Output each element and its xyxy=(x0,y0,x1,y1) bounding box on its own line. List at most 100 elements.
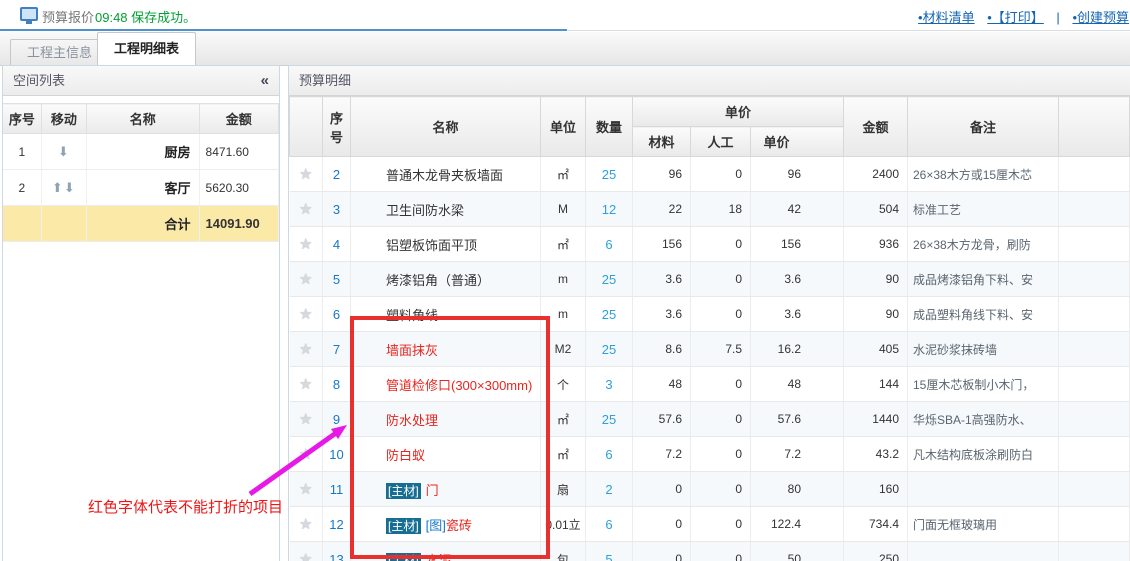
item-name: 墙面抹灰 xyxy=(386,343,438,358)
item-unit: 包 xyxy=(541,542,586,561)
item-no[interactable]: 12 xyxy=(323,507,351,542)
item-name: 门 xyxy=(426,483,439,498)
item-name-cell: [主材]水泥 xyxy=(351,542,541,561)
item-unit-price: 7.2 xyxy=(751,437,844,472)
detail-row[interactable]: ★5烤漆铝角（普通）m253.603.690成品烤漆铝角下料、安 xyxy=(290,262,1130,297)
item-labor-price: 0 xyxy=(691,507,751,542)
item-no[interactable]: 5 xyxy=(323,262,351,297)
detail-row[interactable]: ★7墙面抹灰M2258.67.516.2405水泥砂浆抹砖墙 xyxy=(290,332,1130,367)
item-no[interactable]: 7 xyxy=(323,332,351,367)
col-header-star xyxy=(290,97,323,157)
col-header-unit-price: 单价 xyxy=(751,127,844,157)
item-no[interactable]: 8 xyxy=(323,367,351,402)
item-no[interactable]: 11 xyxy=(323,472,351,507)
item-name: 塑料角线 xyxy=(386,308,438,323)
star-icon[interactable]: ★ xyxy=(290,507,323,542)
collapse-panel-icon[interactable]: « xyxy=(261,66,269,95)
detail-row[interactable]: ★8管道检修口(300×300mm)个34804814415厘木芯板制小木门， xyxy=(290,367,1130,402)
up-arrow-icon[interactable]: ⬆ xyxy=(52,180,64,195)
detail-row[interactable]: ★11[主材]门扇20080160 xyxy=(290,472,1130,507)
item-name: 防水处理 xyxy=(386,413,438,428)
item-no[interactable]: 4 xyxy=(323,227,351,262)
item-unit: M2 xyxy=(541,332,586,367)
space-row[interactable]: 1⬇厨房8471.60 xyxy=(3,134,279,170)
detail-row[interactable]: ★4铝塑板饰面平顶㎡6156015693626×38木方龙骨，刷防 xyxy=(290,227,1130,262)
item-qty[interactable]: 25 xyxy=(586,297,633,332)
star-icon[interactable]: ★ xyxy=(290,262,323,297)
status-text: 保存成功。 xyxy=(131,10,196,25)
star-icon[interactable]: ★ xyxy=(290,367,323,402)
item-amount: 734.4 xyxy=(844,507,908,542)
item-qty[interactable]: 6 xyxy=(586,437,633,472)
create-budget-link[interactable]: •创建预算 xyxy=(1072,10,1129,25)
detail-row[interactable]: ★3卫生间防水梁M12221842504标准工艺 xyxy=(290,192,1130,227)
space-name: 厨房 xyxy=(86,134,199,170)
tab-project-main-info[interactable]: 工程主信息 xyxy=(10,39,109,65)
space-row[interactable]: 2⬆⬇客厅5620.30 xyxy=(3,170,279,206)
item-qty[interactable]: 3 xyxy=(586,367,633,402)
detail-row[interactable]: ★12[主材][图]瓷砖0.01立600122.4734.4门面无框玻璃用 xyxy=(290,507,1130,542)
move-cell[interactable]: ⬇ xyxy=(41,134,86,170)
star-icon[interactable]: ★ xyxy=(290,297,323,332)
space-list-header: 空间列表 « xyxy=(3,66,279,96)
down-arrow-icon[interactable]: ⬇ xyxy=(58,144,70,159)
detail-row[interactable]: ★6塑料角线m253.603.690成品塑料角线下料、安 xyxy=(290,297,1130,332)
tabbar: 工程主信息 工程明细表 xyxy=(0,32,1130,66)
print-link[interactable]: •【打印】 xyxy=(987,10,1044,25)
item-qty[interactable]: 25 xyxy=(586,262,633,297)
detail-row[interactable]: ★2普通木龙骨夹板墙面㎡2596096240026×38木方或15厘木芯 xyxy=(290,157,1130,192)
star-icon[interactable]: ★ xyxy=(290,472,323,507)
detail-row[interactable]: ★13[主材]水泥包50050250 xyxy=(290,542,1130,561)
item-unit: 个 xyxy=(541,367,586,402)
item-qty[interactable]: 5 xyxy=(586,542,633,561)
item-material-price: 57.6 xyxy=(633,402,691,437)
star-icon[interactable]: ★ xyxy=(290,192,323,227)
item-labor-price: 0 xyxy=(691,262,751,297)
star-icon[interactable]: ★ xyxy=(290,402,323,437)
down-arrow-icon[interactable]: ⬇ xyxy=(64,180,76,195)
star-icon[interactable]: ★ xyxy=(290,437,323,472)
item-qty[interactable]: 25 xyxy=(586,332,633,367)
item-qty[interactable]: 2 xyxy=(586,472,633,507)
item-amount: 405 xyxy=(844,332,908,367)
move-cell[interactable]: ⬆⬇ xyxy=(41,170,86,206)
budget-quote-window: 预算报价 09:48 保存成功。 •材料清单 •【打印】 | •创建预算 工程主… xyxy=(0,0,1130,561)
item-material-price: 0 xyxy=(633,542,691,561)
item-name: 铝塑板饰面平顶 xyxy=(386,238,477,253)
item-qty[interactable]: 6 xyxy=(586,227,633,262)
item-no[interactable]: 3 xyxy=(323,192,351,227)
blue-divider xyxy=(0,29,567,31)
star-icon[interactable]: ★ xyxy=(290,227,323,262)
item-no[interactable]: 6 xyxy=(323,297,351,332)
col-header-no: 序号 xyxy=(323,97,351,157)
detail-row[interactable]: ★9防水处理㎡2557.6057.61440华烁SBA-1高强防水、 xyxy=(290,402,1130,437)
item-unit-price: 156 xyxy=(751,227,844,262)
item-material-price: 0 xyxy=(633,472,691,507)
item-qty[interactable]: 12 xyxy=(586,192,633,227)
tab-project-detail-sheet[interactable]: 工程明细表 xyxy=(97,32,196,65)
star-icon[interactable]: ★ xyxy=(290,332,323,367)
status-time: 09:48 xyxy=(95,10,128,25)
col-header-price-group: 单价 xyxy=(633,97,844,127)
item-material-price: 0 xyxy=(633,507,691,542)
item-material-price: 22 xyxy=(633,192,691,227)
item-amount: 504 xyxy=(844,192,908,227)
detail-row[interactable]: ★10防白蚁㎡67.207.243.2凡木结构底板涂刷防白 xyxy=(290,437,1130,472)
star-icon[interactable]: ★ xyxy=(290,157,323,192)
item-qty[interactable]: 6 xyxy=(586,507,633,542)
item-no[interactable]: 10 xyxy=(323,437,351,472)
item-material-price: 3.6 xyxy=(633,262,691,297)
item-qty[interactable]: 25 xyxy=(586,402,633,437)
item-no[interactable]: 2 xyxy=(323,157,351,192)
star-icon[interactable]: ★ xyxy=(290,542,323,561)
item-name-cell: 铝塑板饰面平顶 xyxy=(351,227,541,262)
item-qty[interactable]: 25 xyxy=(586,157,633,192)
item-no[interactable]: 13 xyxy=(323,542,351,561)
item-no[interactable]: 9 xyxy=(323,402,351,437)
space-row-no: 1 xyxy=(3,134,41,170)
col-header-amount: 金额 xyxy=(844,97,908,157)
item-unit: m xyxy=(541,297,586,332)
picture-link[interactable]: [图] xyxy=(426,518,446,533)
material-list-link[interactable]: •材料清单 xyxy=(918,10,975,25)
item-amount: 90 xyxy=(844,262,908,297)
